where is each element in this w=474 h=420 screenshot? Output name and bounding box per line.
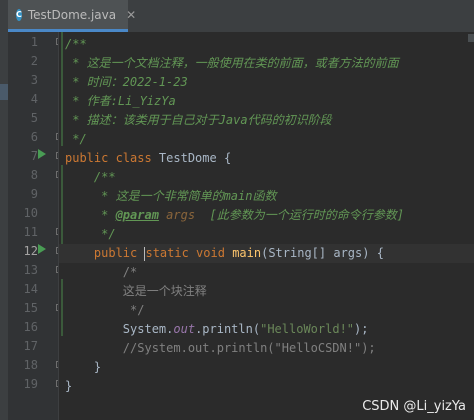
keyword: public [65,246,138,260]
static-field: out [173,322,196,336]
line-number: 5 [30,111,38,125]
code-line: /** [59,35,474,54]
block-comment: */ [65,303,145,317]
line-number: 1 [30,35,38,49]
doc-comment: * 作者:Li_YizYa [65,94,176,108]
code-line: /** [59,168,474,187]
code-line: * 时间：2022-1-23 [59,73,474,92]
code-line: */ [59,130,474,149]
code-line: * 描述：该类用于自己对于Java代码的初识阶段 [59,111,474,130]
code-line: * 作者:Li_YizYa [59,92,474,111]
left-tool-strip [0,0,8,420]
block-comment: 这是一个块注释 [65,284,207,298]
line-comment: //System.out.println("HelloCSDN!"); [65,341,376,355]
code-line: } [59,377,474,396]
code-text: (String[] args) { [261,246,384,260]
code-text: .println( [195,322,261,336]
line-number: 17 [23,339,38,353]
doc-comment: */ [65,227,116,241]
code-text: } [65,360,102,374]
tab-label: TestDome.java [27,7,117,22]
line-number: 16 [23,320,38,334]
code-text: System. [65,322,174,336]
javadoc-tag: @param [115,208,159,222]
watermark: CSDN @Li_yizYa [362,399,466,414]
line-number-gutter: 1 2 3 4 5 6 7 8 9 10 11 12 13 14 15 16 1… [8,32,63,420]
doc-comment: * 这是一个文档注释，一般使用在类的前面，或者方法的前面 [65,56,399,70]
doc-comment: * 时间：2022-1-23 [65,75,188,89]
method-name: main [224,246,262,260]
line-number: 4 [30,92,38,106]
line-number-current: 12 [23,244,38,258]
close-icon[interactable]: ✕ [126,8,136,22]
doc-comment: * 这是一个非常简单的main函数 [65,189,277,203]
line-number: 11 [23,225,38,239]
code-line: public class TestDome { [59,149,474,168]
line-number: 2 [30,54,38,68]
string-literal: "HelloWorld!" [260,322,355,336]
javadoc-param: args [158,208,196,222]
doc-comment: /** [65,37,87,51]
line-number: 10 [23,206,38,220]
code-line: /* [59,263,474,282]
line-number: 6 [30,130,38,144]
code-line: //System.out.println("HelloCSDN!"); [59,339,474,358]
code-line: * 这是一个非常简单的main函数 [59,187,474,206]
doc-comment: /** [65,170,116,184]
java-class-icon: C [16,8,22,21]
line-number: 13 [23,263,38,277]
code-line: * 这是一个文档注释，一般使用在类的前面，或者方法的前面 [59,54,474,73]
line-number: 18 [23,358,38,372]
code-line: System.out.println("HelloWorld!"); [59,320,474,339]
line-number: 14 [23,282,38,296]
line-number: 19 [23,377,38,391]
code-text: TestDome { [151,151,232,165]
line-number: 7 [30,149,38,163]
code-line: */ [59,301,474,320]
run-main-icon[interactable] [38,244,46,254]
code-line: * @param args [此参数为一个运行时的命令行参数] [59,206,474,225]
scrollbar[interactable] [468,34,474,42]
doc-comment: [此参数为一个运行时的命令行参数] [195,208,404,222]
code-line: 这是一个块注释 [59,282,474,301]
doc-comment: * [65,208,116,222]
code-editor[interactable]: /** * 这是一个文档注释，一般使用在类的前面，或者方法的前面 * 时间：20… [59,32,474,420]
code-text: ); [354,322,369,336]
line-number: 8 [30,168,38,182]
keyword: public class [65,151,152,165]
code-line: */ [59,225,474,244]
line-number: 3 [30,73,38,87]
block-comment: /* [65,265,138,279]
code-line: } [59,358,474,377]
tool-strip-marker [0,84,8,100]
code-line-current: public static void main(String[] args) { [59,244,474,263]
doc-comment: * 描述：该类用于自己对于Java代码的初识阶段 [65,113,332,127]
keyword: static void [145,246,225,260]
line-number: 9 [30,187,38,201]
line-number: 15 [23,301,38,315]
tab-testdome-java[interactable]: C TestDome.java ✕ [8,0,136,32]
editor-tab-bar: C TestDome.java ✕ [8,0,474,33]
doc-comment: */ [65,132,87,146]
run-class-icon[interactable] [38,149,46,159]
code-text: } [65,379,73,393]
